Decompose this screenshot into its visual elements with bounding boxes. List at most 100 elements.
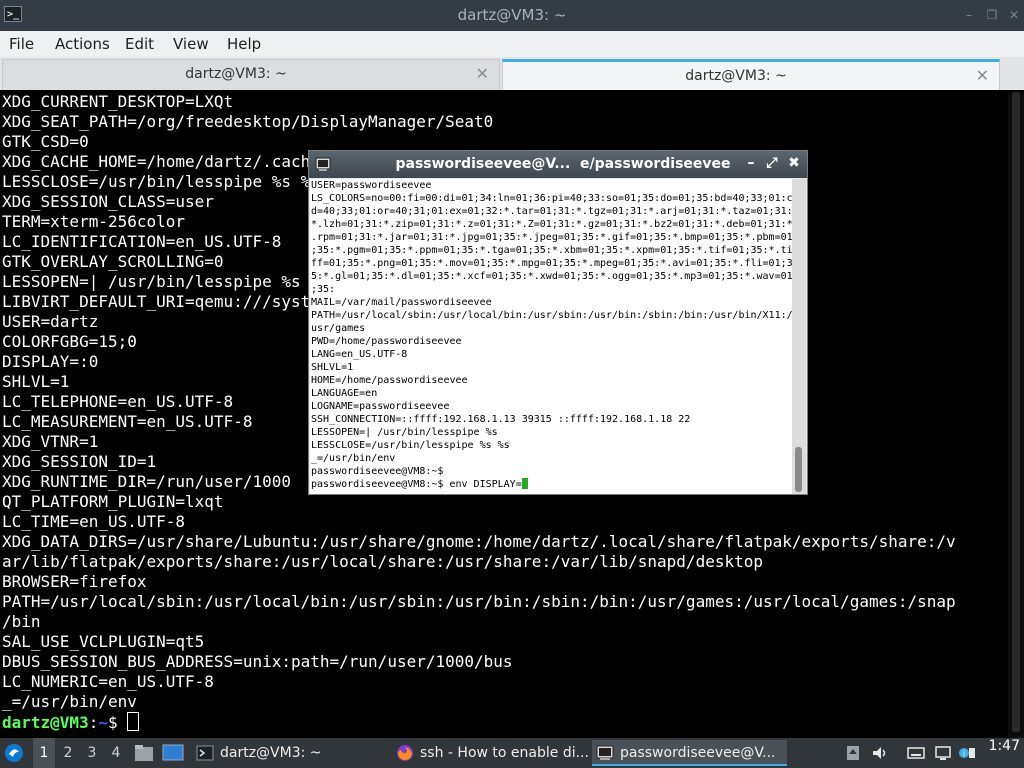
terminal-line: GTK_OVERLAY_SCROLLING=0 [2, 252, 224, 271]
xterm-window[interactable]: passwordiseevee@V... e/passwordiseevee –… [308, 150, 808, 495]
task-label: dartz@VM3: ~ [220, 745, 322, 761]
tab-close-icon[interactable]: ✕ [476, 64, 489, 83]
xterm-scrollbar[interactable] [792, 179, 806, 494]
task-label: ssh - How to enable di... [420, 745, 589, 761]
taskbar: 1 2 3 4 dartz@VM3: ~ ssh - How to enable… [0, 738, 1024, 768]
terminal-line: XDG_CACHE_HOME=/home/dartz/.cache [2, 152, 320, 171]
terminal-line: SAL_USE_VCLPLUGIN=qt5 [2, 632, 205, 651]
file-manager-icon[interactable] [134, 744, 154, 762]
terminal-line: QT_PLATFORM_PLUGIN=lxqt [2, 492, 224, 511]
task-terminal[interactable]: dartz@VM3: ~ [192, 740, 387, 766]
terminal-line: ar/lib/flatpak/exports/share:/usr/local/… [2, 552, 763, 571]
terminal-line: GTK_CSD=0 [2, 132, 89, 151]
menu-file[interactable]: File [9, 35, 34, 53]
xterm-line: LESSOPEN=| /usr/bin/lesspipe %s [311, 427, 498, 438]
terminal-line: XDG_VTNR=1 [2, 432, 99, 451]
window-title: dartz@VM3: ~ [457, 6, 567, 24]
xterm-close-icon[interactable]: ✖ [786, 155, 802, 171]
window-titlebar[interactable]: >_ dartz@VM3: ~ – ❒ ✕ [0, 0, 1024, 31]
xterm-line: LANG=en_US.UTF-8 [311, 349, 408, 360]
tab-terminal-1[interactable]: dartz@VM3: ~ ✕ [2, 59, 500, 90]
terminal-line: DBUS_SESSION_BUS_ADDRESS=unix:path=/run/… [2, 652, 513, 671]
tab-label: dartz@VM3: ~ [185, 66, 287, 82]
terminal-line: TERM=xterm-256color [2, 212, 186, 231]
xterm-line: .rpm=01;31:*.jar=01;31:*.jpg=01;35:*.jpe… [311, 232, 792, 243]
scrollbar-thumb[interactable] [1012, 92, 1020, 732]
terminal-line: LC_MEASUREMENT=en_US.UTF-8 [2, 412, 253, 431]
xterm-line: *.lzh=01;31:*.zip=01;31:*.z=01;31:*.Z=01… [311, 219, 792, 230]
terminal-line: USER=dartz [2, 312, 99, 331]
terminal-line: SHLVL=1 [2, 372, 70, 391]
volume-icon[interactable] [871, 744, 889, 762]
menu-actions[interactable]: Actions [55, 35, 110, 53]
xterm-minimize-icon[interactable]: – [743, 155, 759, 171]
eject-icon[interactable] [844, 744, 862, 762]
task-firefox[interactable]: ssh - How to enable di... [392, 740, 590, 766]
terminal-line: LIBVIRT_DEFAULT_URI=qemu:///system [2, 292, 330, 311]
workspace-3[interactable]: 3 [81, 738, 103, 768]
task-xterm[interactable]: passwordiseevee@V... [592, 740, 787, 766]
xterm-line: SHLVL=1 [311, 362, 354, 373]
workspace-4[interactable]: 4 [105, 738, 127, 768]
xterm-line: HOME=/home/passwordiseevee [311, 375, 468, 386]
keyboard-icon[interactable] [907, 744, 925, 762]
maximize-icon[interactable]: ❒ [985, 8, 999, 22]
menubar: File Actions Edit View Help [0, 31, 1024, 57]
xterm-command: passwordiseevee@VM8:~$ env DISPLAY= [311, 479, 522, 490]
clock[interactable]: 1:47 [989, 738, 1020, 768]
xterm-maximize-icon[interactable]: ⤢ [764, 155, 780, 171]
terminal-line: PATH=/usr/local/sbin:/usr/local/bin:/usr… [2, 592, 956, 611]
terminal-line: XDG_SEAT_PATH=/org/freedesktop/DisplayMa… [2, 112, 494, 131]
terminal-line: BROWSER=firefox [2, 572, 147, 591]
menu-help[interactable]: Help [227, 35, 261, 53]
xterm-cursor [521, 478, 528, 489]
xterm-line: d=40;33;01:or=40;31;01:ex=01;32:*.tar=01… [311, 206, 792, 217]
terminal-cursor [127, 712, 140, 731]
tab-close-icon[interactable]: ✕ [976, 66, 989, 85]
terminal-line: LESSCLOSE=/usr/bin/lesspipe %s %s [2, 172, 320, 191]
xterm-app-icon[interactable] [315, 156, 331, 172]
terminal-line: XDG_CURRENT_DESKTOP=LXQt [2, 92, 234, 111]
terminal-prompt-line[interactable]: dartz@VM3:~$ [0, 712, 1008, 733]
xterm-line: PATH=/usr/local/sbin:/usr/local/bin:/usr… [311, 310, 792, 321]
xterm-titlebar[interactable]: passwordiseevee@V... e/passwordiseevee –… [309, 151, 807, 178]
xterm-line: ff=01;35:*.png=01;35:*.mov=01;35:*.mpg=0… [311, 258, 792, 269]
terminal-line: COLORFGBG=15;0 [2, 332, 137, 351]
xterm-line: 5:*.gl=01;35:*.dl=01;35:*.xcf=01;35:*.xw… [311, 271, 792, 282]
terminal-line: LC_TELEPHONE=en_US.UTF-8 [2, 392, 234, 411]
xterm-line: ;35: [311, 284, 336, 295]
network-icon[interactable] [934, 744, 952, 762]
xterm-output[interactable]: USER=passwordiseevee LS_COLORS=no=00:fi=… [310, 179, 792, 494]
xterm-line: LOGNAME=passwordiseevee [311, 401, 450, 412]
svg-text:i: i [963, 749, 965, 758]
menu-edit[interactable]: Edit [125, 35, 154, 53]
terminal-line: LC_IDENTIFICATION=en_US.UTF-8 [2, 232, 282, 251]
close-icon[interactable]: ✕ [1007, 8, 1021, 22]
update-notifier-icon[interactable]: i [958, 744, 976, 762]
prompt-user: dartz@VM3 [2, 713, 89, 732]
minimize-icon[interactable]: – [962, 8, 976, 22]
workspace-1[interactable]: 1 [33, 738, 55, 768]
terminal-scrollbar[interactable] [1008, 92, 1024, 738]
xterm-line: USER=passwordiseevee [311, 180, 432, 191]
xterm-line: _=/usr/bin/env [311, 453, 396, 464]
prompt-end: $ [107, 713, 128, 732]
lubuntu-menu-icon[interactable] [4, 743, 24, 763]
menu-view[interactable]: View [173, 35, 209, 53]
xterm-line: LS_COLORS=no=00:fi=00:di=01;34:ln=01;36:… [311, 193, 792, 204]
prompt-path: ~ [98, 713, 108, 732]
xterm-input-line[interactable]: passwordiseevee@VM8:~$ env DISPLAY= [310, 478, 792, 491]
workspace-2[interactable]: 2 [57, 738, 79, 768]
show-desktop-icon[interactable] [162, 744, 184, 762]
xterm-line: SSH_CONNECTION=::ffff:192.168.1.13 39315… [311, 414, 691, 425]
xterm-icon [596, 745, 614, 760]
firefox-icon [397, 745, 413, 761]
terminal-line: XDG_DATA_DIRS=/usr/share/Lubuntu:/usr/sh… [2, 532, 956, 551]
terminal-line: LESSOPEN=| /usr/bin/lesspipe %s [2, 272, 301, 291]
xterm-line: LESSCLOSE=/usr/bin/lesspipe %s %s [311, 440, 510, 451]
xterm-scrollbar-thumb[interactable] [795, 447, 802, 492]
terminal-line: DISPLAY=:0 [2, 352, 99, 371]
tab-terminal-2[interactable]: dartz@VM3: ~ ✕ [502, 59, 1000, 90]
terminal-line: LC_TIME=en_US.UTF-8 [2, 512, 186, 531]
xterm-line: usr/games [311, 323, 366, 334]
